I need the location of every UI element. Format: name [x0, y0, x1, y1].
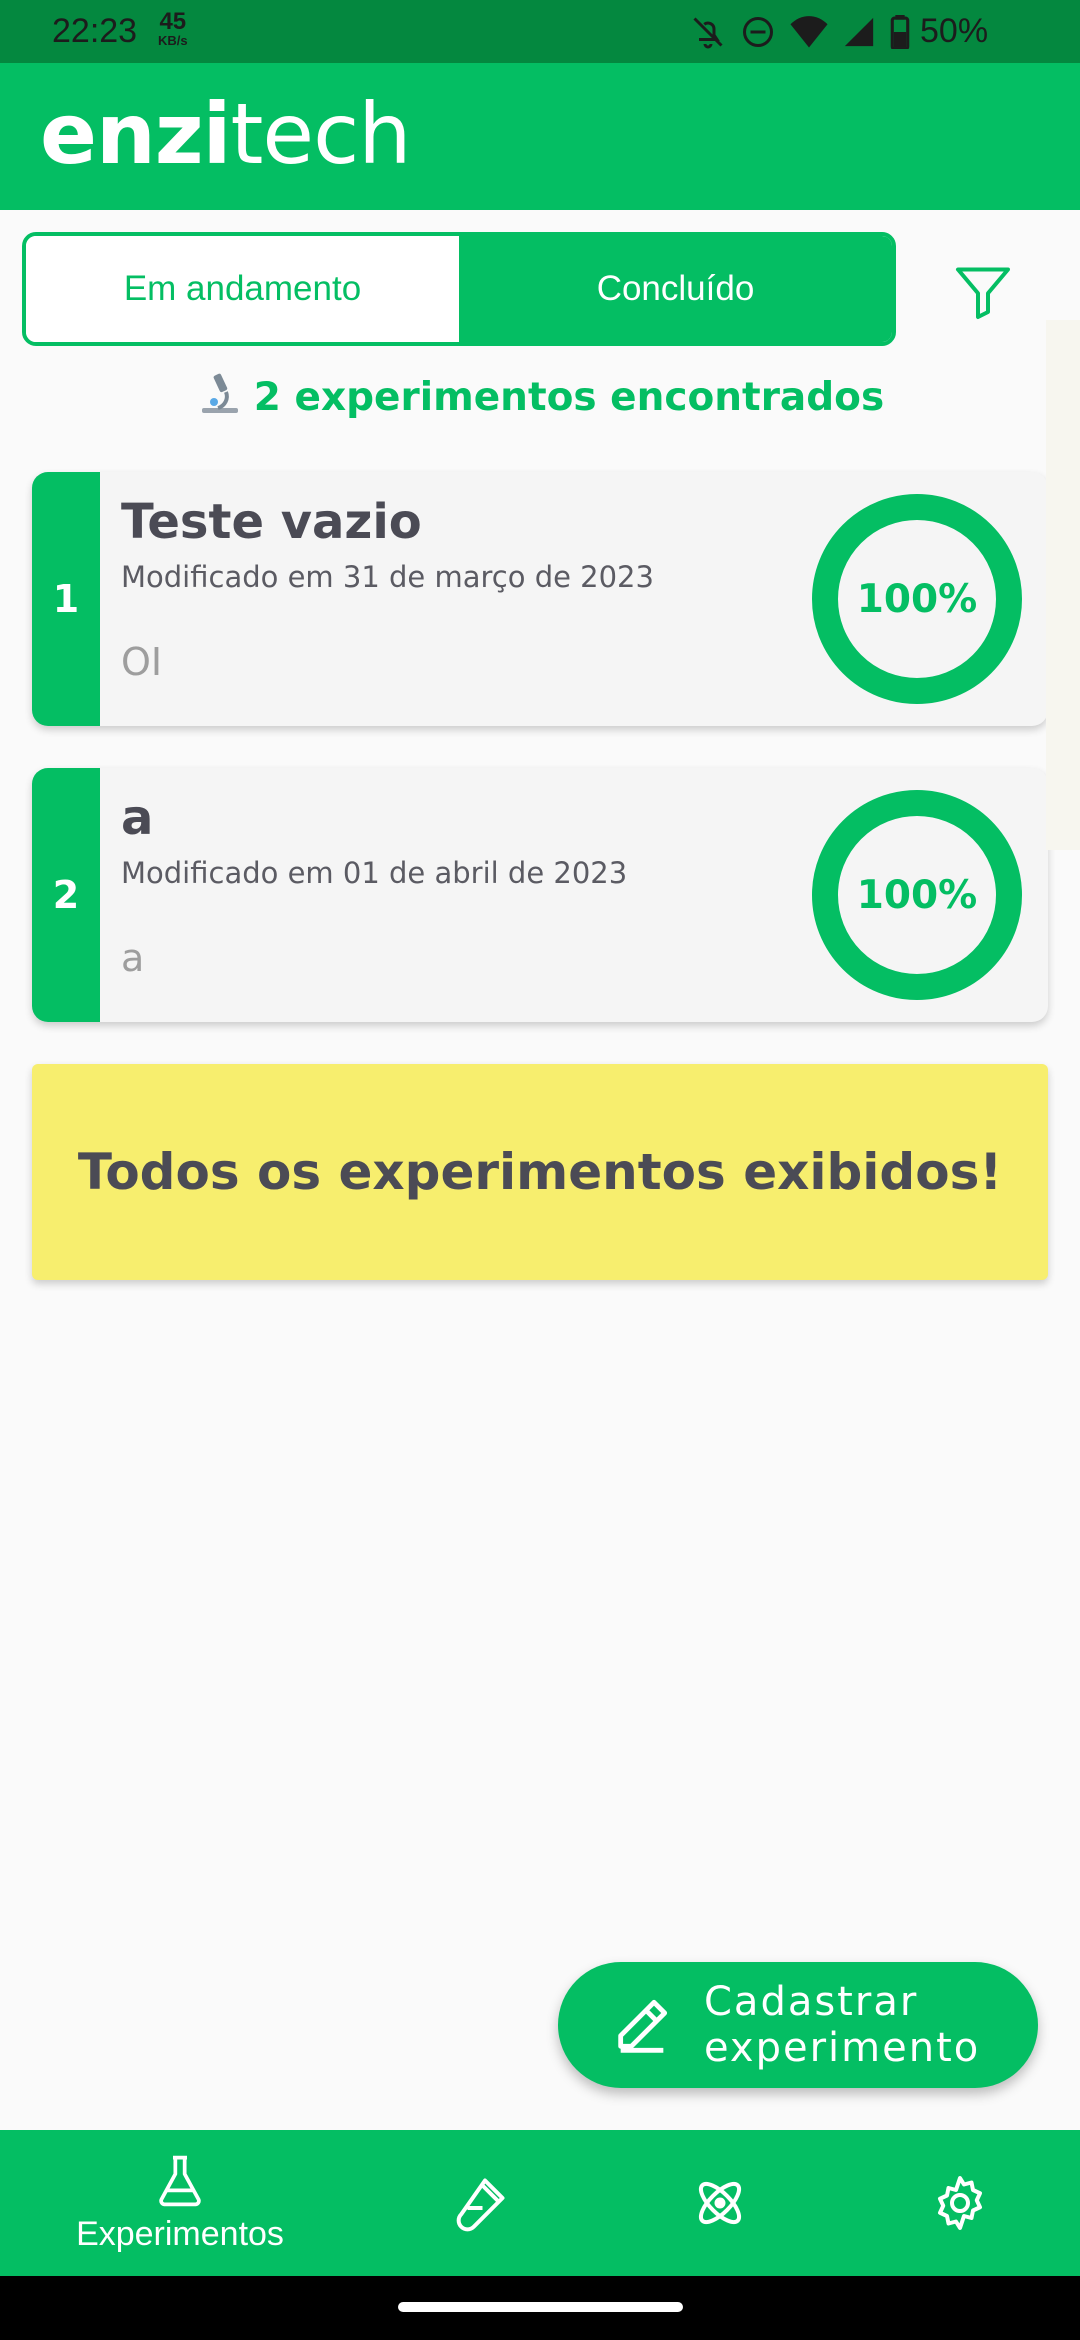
experiment-index: 2 — [32, 768, 100, 1022]
experiment-index: 1 — [32, 472, 100, 726]
status-time: 22:23 — [52, 12, 138, 50]
experiments-count-text: 2 experimentos encontrados — [253, 375, 885, 420]
network-speed-unit: KB/s — [158, 33, 188, 48]
test-tube-icon — [456, 2178, 505, 2232]
app-logo: enzitech — [40, 85, 412, 183]
experiment-card[interactable]: 2 a Modificado em 01 de abril de 2023 a … — [32, 768, 1048, 1022]
logo-regular-part: tech — [230, 85, 411, 183]
network-speed: 45 KB/s — [158, 8, 188, 48]
filter-button[interactable] — [952, 262, 1014, 322]
tab-completed[interactable]: Concluído — [459, 236, 892, 342]
logo-bold-part: enzi — [40, 85, 231, 183]
progress-ring: 100% — [812, 494, 1022, 704]
bottom-nav: Experimentos — [0, 2130, 1080, 2276]
flask-icon — [159, 2155, 201, 2206]
wifi-icon — [790, 15, 828, 47]
battery-percent: 50% — [920, 12, 989, 50]
experiment-description: a — [121, 936, 145, 980]
add-experiment-label-line2: experimento — [704, 2025, 981, 2071]
gear-icon — [938, 2176, 982, 2230]
progress-percent: 100% — [856, 576, 978, 622]
bell-off-icon — [693, 16, 723, 48]
status-bar: 22:23 45 KB/s 50% — [0, 0, 1080, 63]
signal-icon — [844, 17, 874, 46]
filter-icon — [956, 267, 1010, 319]
atom-icon — [698, 2181, 742, 2225]
all-shown-banner: Todos os experimentos exibidos! — [32, 1064, 1048, 1280]
do-not-disturb-icon — [743, 16, 773, 47]
experiments-count: 2 experimentos encontrados — [0, 368, 1080, 426]
add-experiment-label-line1: Cadastrar — [704, 1979, 919, 2025]
experiment-modified-date: Modificado em 31 de março de 2023 — [121, 560, 654, 594]
tab-in-progress[interactable]: Em andamento — [26, 236, 459, 342]
status-tabs: Em andamento Concluído — [22, 232, 896, 346]
side-edge — [1046, 320, 1080, 850]
progress-ring: 100% — [812, 790, 1022, 1000]
experiment-title: a — [121, 790, 154, 846]
experiment-title: Teste vazio — [121, 494, 422, 550]
status-icons: 50% — [690, 12, 988, 51]
add-experiment-label: Cadastrar experimento — [704, 1979, 980, 2071]
microscope-icon — [196, 368, 244, 426]
nav-item-test-tube[interactable] — [420, 2130, 540, 2276]
nav-item-experiments[interactable]: Experimentos — [60, 2130, 300, 2276]
nav-item-atom[interactable] — [660, 2130, 780, 2276]
home-gesture-bar[interactable] — [398, 2302, 683, 2312]
experiment-description: OI — [121, 640, 163, 684]
battery-icon — [890, 14, 910, 49]
progress-percent: 100% — [856, 872, 978, 918]
nav-item-settings[interactable] — [900, 2130, 1020, 2276]
nav-label-experiments: Experimentos — [76, 2214, 284, 2253]
experiment-card[interactable]: 1 Teste vazio Modificado em 31 de março … — [32, 472, 1048, 726]
experiment-modified-date: Modificado em 01 de abril de 2023 — [121, 856, 628, 890]
app-bar: enzitech — [0, 63, 1080, 210]
add-experiment-button[interactable]: Cadastrar experimento — [558, 1962, 1038, 2088]
pencil-icon — [618, 1999, 668, 2053]
network-speed-value: 45 — [159, 8, 187, 35]
